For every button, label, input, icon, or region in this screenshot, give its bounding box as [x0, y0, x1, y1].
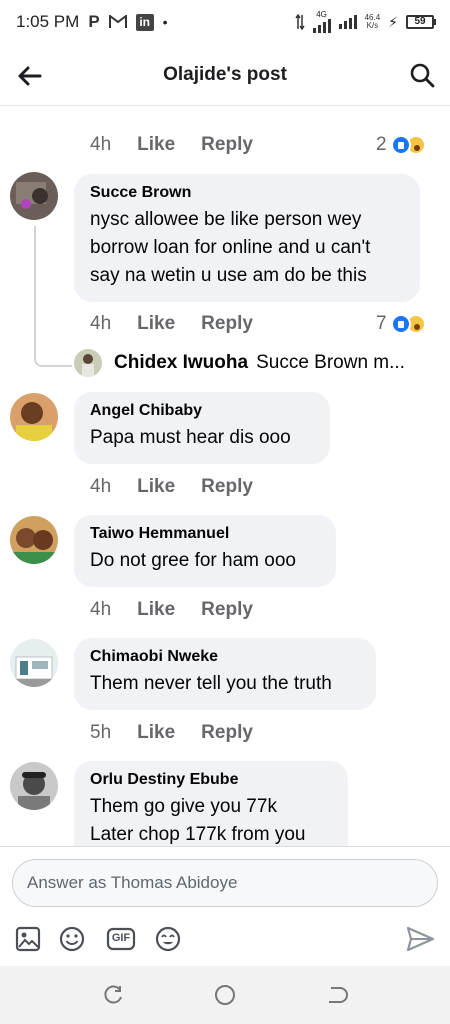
avatar[interactable]	[10, 393, 58, 441]
charging-icon: ⚡	[388, 13, 398, 30]
app-header: Olajide's post	[0, 44, 450, 106]
comment-line: Them go give you 77k	[90, 796, 277, 817]
status-time: 1:05 PM	[16, 12, 80, 31]
gif-label: GIF	[111, 932, 131, 944]
like-button[interactable]: Like	[137, 313, 175, 335]
comment-meta: 4h Like Reply	[90, 313, 279, 335]
comment-bubble[interactable]: Angel Chibaby Papa must hear dis ooo	[74, 392, 330, 464]
avatar[interactable]	[10, 639, 58, 687]
comment-meta: 4h Like Reply	[90, 134, 279, 156]
network-type: 4G	[316, 10, 327, 19]
comment-author[interactable]: Angel Chibaby	[90, 402, 314, 420]
reaction-count: 7	[376, 313, 387, 334]
like-button[interactable]: Like	[137, 599, 175, 621]
reply-preview[interactable]: Chidex Iwuoha Succe Brown m...	[74, 349, 405, 377]
reaction-summary[interactable]: 7	[376, 313, 426, 335]
dot-icon: •	[162, 14, 168, 30]
reaction-summary[interactable]: 2	[376, 134, 426, 156]
net-speed: 46.4 K/s	[365, 14, 381, 30]
comment-bubble[interactable]: Chimaobi Nweke Them never tell you the t…	[74, 638, 376, 710]
comment-text: Papa must hear dis ooo	[90, 427, 291, 448]
comment-text: Them never tell you the truth	[90, 673, 332, 694]
like-reaction-icon	[390, 135, 411, 155]
comment-time: 4h	[90, 476, 112, 497]
send-icon[interactable]	[404, 923, 436, 955]
recents-icon[interactable]	[101, 983, 125, 1007]
reply-snippet: Succe Brown m...	[256, 352, 405, 373]
comment-line: nysc allowee be like person wey	[90, 209, 362, 230]
avatar[interactable]	[74, 349, 102, 377]
reply-button[interactable]: Reply	[201, 134, 253, 156]
battery-level: 59	[406, 15, 434, 29]
home-icon[interactable]	[213, 983, 237, 1007]
comment-text: nysc allowee be like person wey borrow l…	[90, 206, 404, 290]
gif-icon[interactable]: GIF	[106, 925, 136, 953]
net-speed-unit: K/s	[366, 21, 379, 30]
comment-time: 5h	[90, 722, 112, 743]
avatar[interactable]	[10, 172, 58, 220]
like-button[interactable]: Like	[137, 134, 175, 156]
emoji-icon[interactable]	[58, 925, 86, 953]
comments-feed[interactable]: 4h Like Reply 2 Succe Brown nysc allowee…	[0, 106, 450, 846]
comment-line: say na wetin u use am do be this	[90, 265, 367, 286]
reply-author[interactable]: Chidex Iwuoha	[114, 352, 248, 374]
comment-meta: 5h Like Reply	[90, 722, 279, 744]
avatar[interactable]	[10, 516, 58, 564]
comment-meta: 4h Like Reply	[90, 599, 279, 621]
sticker-icon[interactable]	[154, 925, 182, 953]
photo-icon[interactable]	[14, 925, 42, 953]
status-bar: 1:05 PM P in • 4G 46.4 K/s ⚡ 59	[0, 0, 450, 44]
comment-author[interactable]: Succe Brown	[90, 184, 404, 202]
comment-text: Them go give you 77k Later chop 177k fro…	[90, 793, 332, 846]
comment-meta: 4h Like Reply	[90, 476, 279, 498]
signal-icon	[312, 19, 331, 33]
reply-button[interactable]: Reply	[201, 476, 253, 498]
search-icon[interactable]	[408, 61, 436, 89]
system-nav-bar	[0, 966, 450, 1024]
comment-composer: GIF	[0, 846, 450, 966]
page-title: Olajide's post	[163, 63, 287, 85]
comment-line: Later chop 177k from you	[90, 824, 306, 845]
reply-button[interactable]: Reply	[201, 722, 253, 744]
comment-text: Do not gree for ham ooo	[90, 550, 296, 571]
data-arrows-icon	[294, 14, 305, 30]
signal-icon-2	[338, 15, 357, 29]
comment-author[interactable]: Orlu Destiny Ebube	[90, 771, 332, 789]
parking-icon: P	[88, 12, 100, 31]
thread-connector	[34, 226, 72, 367]
comment-time: 4h	[90, 313, 112, 334]
linkedin-icon: in	[135, 13, 154, 31]
comment-author[interactable]: Taiwo Hemmanuel	[90, 525, 320, 543]
reply-button[interactable]: Reply	[201, 599, 253, 621]
arrow-left-icon[interactable]	[16, 62, 44, 90]
battery-icon: 59	[406, 15, 436, 29]
like-button[interactable]: Like	[137, 722, 175, 744]
like-button[interactable]: Like	[137, 476, 175, 498]
reply-button[interactable]: Reply	[201, 313, 253, 335]
avatar[interactable]	[10, 762, 58, 810]
reaction-count: 2	[376, 134, 387, 155]
comment-input[interactable]	[12, 859, 438, 907]
like-reaction-icon	[390, 314, 411, 334]
comment-bubble[interactable]: Succe Brown nysc allowee be like person …	[74, 174, 420, 302]
comment-bubble[interactable]: Orlu Destiny Ebube Them go give you 77k …	[74, 761, 348, 846]
comment-time: 4h	[90, 134, 112, 155]
comment-bubble[interactable]: Taiwo Hemmanuel Do not gree for ham ooo	[74, 515, 336, 587]
screen: 1:05 PM P in • 4G 46.4 K/s ⚡ 59 Olajide's…	[0, 0, 450, 1024]
comment-author[interactable]: Chimaobi Nweke	[90, 648, 360, 666]
comment-line: borrow loan for online and u can't	[90, 237, 371, 258]
back-icon[interactable]	[325, 983, 349, 1007]
gmail-icon	[108, 15, 127, 28]
comment-time: 4h	[90, 599, 112, 620]
